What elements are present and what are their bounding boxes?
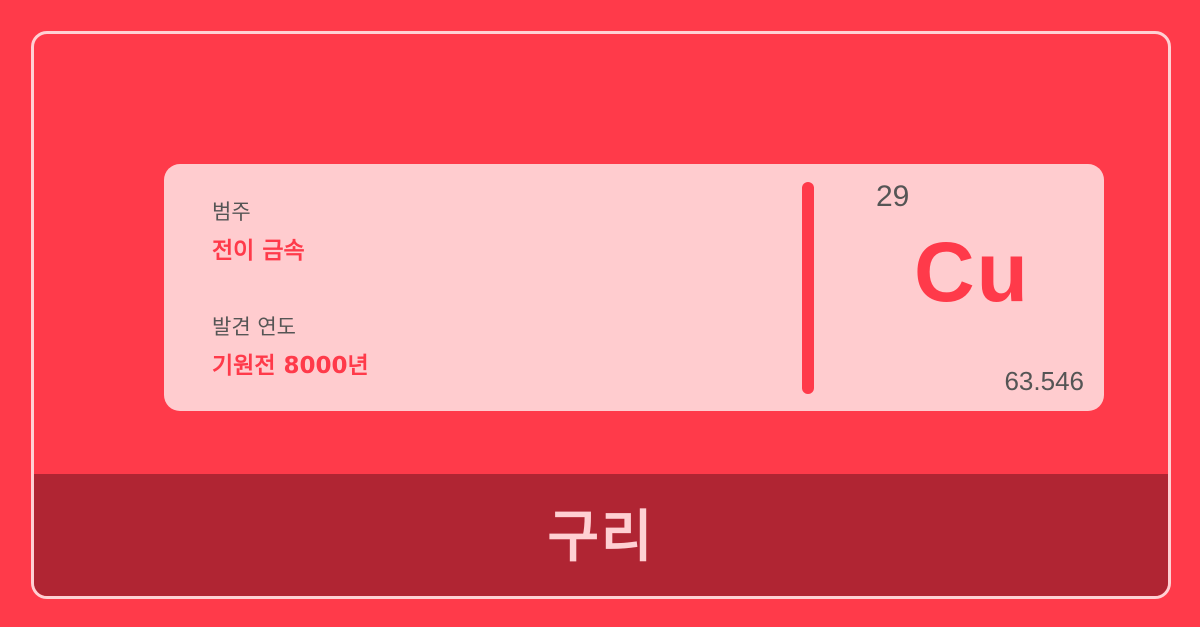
element-frame: 범주 전이 금속 발견 연도 기원전 8000년 29 Cu 63.546 구리 (31, 31, 1171, 599)
category-label: 범주 (212, 200, 251, 224)
discovery-year-label: 발견 연도 (212, 315, 296, 339)
atomic-number: 29 (876, 180, 910, 213)
atomic-mass: 63.546 (1004, 366, 1084, 396)
element-name: 구리 (547, 504, 655, 570)
discovery-year-value: 기원전 8000년 (212, 353, 369, 379)
name-banner: 구리 (34, 474, 1168, 596)
card-divider (802, 182, 814, 394)
element-card: 범주 전이 금속 발견 연도 기원전 8000년 29 Cu 63.546 (164, 164, 1104, 411)
category-value: 전이 금속 (212, 238, 305, 264)
element-symbol: Cu (914, 225, 1030, 319)
